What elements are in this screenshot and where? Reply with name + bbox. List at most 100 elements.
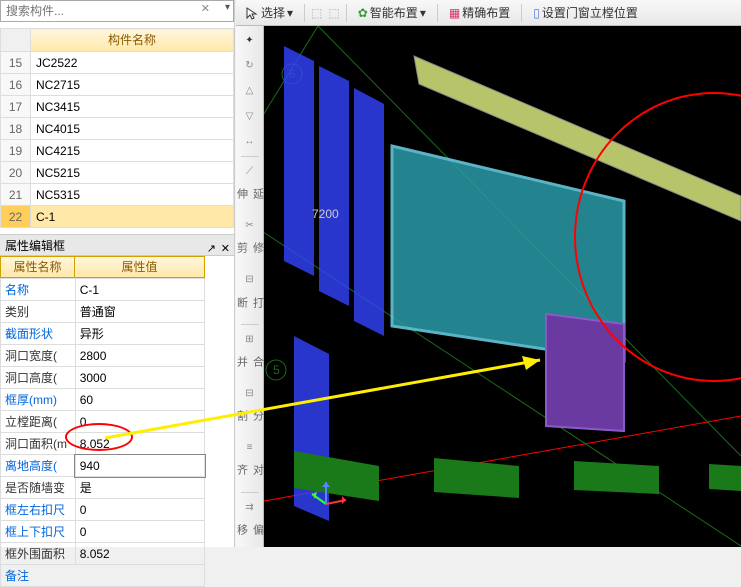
vertical-toolbar: ✦ ↻ △ ▽ ↔ ⟋ 延伸 ✂ 修剪 ⊟ 打断 ⊞ 合并 ⊟ 分割 ≡ 对齐 … — [236, 26, 264, 547]
3d-viewport[interactable]: 6 5 — [264, 26, 741, 547]
prop-value[interactable]: 普通窗 — [75, 301, 204, 323]
vtool-pick[interactable]: ✦ — [239, 30, 261, 51]
vtool-move[interactable]: ↔ — [239, 131, 261, 152]
close-icon[interactable]: ↗ — [207, 238, 216, 260]
vtool-trim[interactable]: ✂ — [239, 215, 261, 236]
prop-value[interactable]: 异形 — [75, 323, 204, 345]
component-row[interactable]: 16NC2715 — [1, 74, 234, 96]
component-name-cell: C-1 — [31, 206, 234, 228]
set-position-button[interactable]: ▯ 设置门窗立樘位置 — [528, 2, 643, 23]
component-name-cell: NC4215 — [31, 140, 234, 162]
prop-value[interactable]: 8.052 — [75, 543, 204, 565]
component-name-cell: NC3415 — [31, 96, 234, 118]
property-row[interactable]: 框外围面积8.052 — [1, 543, 205, 565]
disabled-icon-1: ⬚ — [311, 6, 322, 20]
row-number: 17 — [1, 96, 31, 118]
property-row[interactable]: 框厚(mm)60 — [1, 389, 205, 411]
prop-label: 立樘距离( — [1, 411, 76, 433]
door-icon: ▯ — [533, 6, 540, 20]
property-row[interactable]: 离地高度(940 — [1, 455, 205, 477]
prop-value[interactable]: 3000 — [75, 367, 204, 389]
component-row[interactable]: 22C-1 — [1, 206, 234, 228]
property-row[interactable]: 洞口面积(m8.052 — [1, 433, 205, 455]
component-name-cell: JC2522 — [31, 52, 234, 74]
smart-layout-button[interactable]: ✿ 智能布置 ▾ — [353, 2, 431, 23]
search-input[interactable] — [0, 0, 234, 22]
component-row[interactable]: 20NC5215 — [1, 162, 234, 184]
dropdown-icon[interactable]: ▾ — [225, 2, 230, 13]
prop-label: 洞口高度( — [1, 367, 76, 389]
property-row[interactable]: 洞口宽度(2800 — [1, 345, 205, 367]
component-name-cell: NC2715 — [31, 74, 234, 96]
prop-label: 框外围面积 — [1, 543, 76, 565]
prop-value-header[interactable]: 属性值 — [75, 256, 205, 278]
vtool-rot[interactable]: ↻ — [239, 55, 261, 76]
prop-name-header[interactable]: 属性名称 — [0, 256, 75, 278]
grid-pink-icon: ▦ — [449, 6, 460, 20]
property-row[interactable]: 洞口高度(3000 — [1, 367, 205, 389]
property-row[interactable]: 框左右扣尺0 — [1, 499, 205, 521]
prop-value[interactable]: 是 — [75, 477, 204, 499]
vtool-flip[interactable]: ▽ — [239, 105, 261, 126]
pin-icon[interactable]: ✕ — [221, 238, 230, 260]
property-title-label: 属性编辑框 — [5, 239, 65, 253]
precise-layout-button[interactable]: ▦ 精确布置 — [444, 2, 515, 23]
vtool-break[interactable]: ⊟ — [239, 269, 261, 290]
prop-label: 截面形状 — [1, 323, 76, 345]
row-number: 18 — [1, 118, 31, 140]
row-number: 20 — [1, 162, 31, 184]
top-toolbar: 选择 ▾ ⬚ ⬚ ✿ 智能布置 ▾ ▦ 精确布置 ▯ 设置门窗立樘位置 — [236, 0, 741, 26]
property-row[interactable]: 立樘距离(0 — [1, 411, 205, 433]
prop-label: 框上下扣尺 — [1, 521, 76, 543]
svg-text:7200: 7200 — [312, 207, 339, 221]
component-row[interactable]: 18NC4015 — [1, 118, 234, 140]
cursor-icon — [245, 6, 259, 20]
component-name-cell: NC5315 — [31, 184, 234, 206]
select-button[interactable]: 选择 ▾ — [240, 2, 298, 23]
property-row[interactable]: 框上下扣尺0 — [1, 521, 205, 543]
row-number: 15 — [1, 52, 31, 74]
property-row[interactable]: 类别普通窗 — [1, 301, 205, 323]
prop-more[interactable]: 备注 — [0, 565, 205, 587]
prop-value[interactable]: 8.052 — [75, 433, 204, 455]
viewport-svg: 6 5 — [264, 26, 741, 547]
property-row[interactable]: 截面形状异形 — [1, 323, 205, 345]
svg-text:5: 5 — [273, 363, 280, 377]
vtool-align[interactable]: ≡ — [239, 437, 261, 458]
row-number: 19 — [1, 140, 31, 162]
clear-icon[interactable]: ✕ — [201, 2, 210, 15]
prop-value[interactable]: 0 — [75, 521, 204, 543]
component-table: 构件名称 15JC252216NC271517NC341518NC401519N… — [0, 28, 234, 228]
prop-label: 类别 — [1, 301, 76, 323]
property-panel-title: 属性编辑框 ↗ ✕ — [0, 234, 234, 256]
vtool-extend[interactable]: ⟋ — [239, 161, 261, 182]
component-name-header[interactable]: 构件名称 — [31, 29, 234, 52]
prop-value[interactable]: 0 — [75, 411, 204, 433]
prop-label: 框左右扣尺 — [1, 499, 76, 521]
gear-green-icon: ✿ — [358, 6, 368, 20]
vtool-merge[interactable]: ⊞ — [239, 329, 261, 350]
disabled-icon-2: ⬚ — [328, 6, 339, 20]
prop-value[interactable]: C-1 — [75, 279, 204, 301]
prop-label: 洞口面积(m — [1, 433, 76, 455]
vtool-mirror[interactable]: △ — [239, 80, 261, 101]
vtool-split[interactable]: ⊟ — [239, 383, 261, 404]
vtool-offset[interactable]: ⇉ — [239, 497, 261, 518]
component-name-cell: NC4015 — [31, 118, 234, 140]
property-row[interactable]: 名称C-1 — [1, 279, 205, 301]
component-row[interactable]: 21NC5315 — [1, 184, 234, 206]
component-name-cell: NC5215 — [31, 162, 234, 184]
component-row[interactable]: 17NC3415 — [1, 96, 234, 118]
component-row[interactable]: 15JC2522 — [1, 52, 234, 74]
row-number: 21 — [1, 184, 31, 206]
prop-value[interactable]: 60 — [75, 389, 204, 411]
prop-label: 离地高度( — [1, 455, 76, 477]
prop-value[interactable]: 2800 — [75, 345, 204, 367]
prop-label: 洞口宽度( — [1, 345, 76, 367]
property-table: 名称C-1类别普通窗截面形状异形洞口宽度(2800洞口高度(3000框厚(mm)… — [0, 278, 205, 565]
property-row[interactable]: 是否随墙变是 — [1, 477, 205, 499]
prop-value[interactable]: 940 — [75, 455, 204, 477]
component-row[interactable]: 19NC4215 — [1, 140, 234, 162]
row-number: 22 — [1, 206, 31, 228]
prop-value[interactable]: 0 — [75, 499, 204, 521]
